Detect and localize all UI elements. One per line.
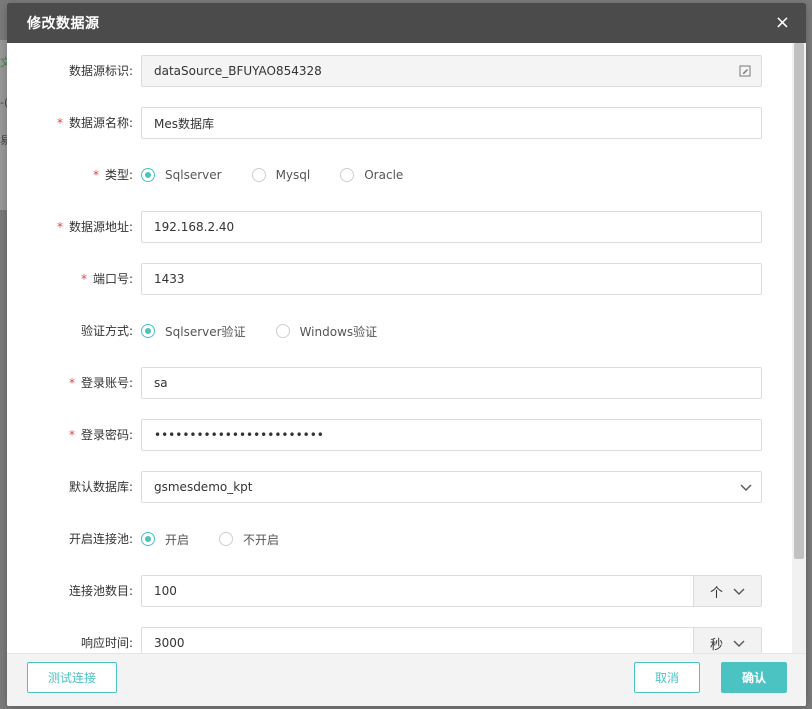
auth-radio-windows[interactable]: Windows验证	[275, 323, 378, 340]
login-account-label: * 登录账号:	[68, 376, 133, 390]
radio-label: Sqlserver验证	[165, 324, 246, 339]
form-row-datasource-id: 数据源标识: dataSource_BFUYAO854328	[7, 55, 797, 87]
auth-label: 验证方式:	[80, 324, 133, 338]
radio-label: Sqlserver	[165, 168, 222, 182]
response-time-unit-select[interactable]: 秒	[693, 627, 762, 653]
form-row-pool-size: 连接池数目: 个	[7, 575, 797, 607]
datasource-name-input[interactable]	[141, 107, 762, 139]
form-row-port: * 端口号:	[7, 263, 797, 295]
type-radio-oracle[interactable]: Oracle	[340, 168, 403, 182]
radio-dot	[141, 324, 155, 338]
required-mark: *	[56, 220, 63, 234]
port-input[interactable]	[141, 263, 762, 295]
radio-dot	[251, 168, 266, 182]
form-row-type: * 类型: Sqlserver Mysql Oracle	[7, 159, 797, 191]
confirm-button[interactable]: 确认	[721, 662, 787, 693]
dialog-body: 数据源标识: dataSource_BFUYAO854328 *数据源名称: *…	[7, 43, 806, 653]
login-password-input[interactable]	[141, 419, 762, 451]
form-row-response-time: 响应时间: 秒	[7, 627, 797, 653]
pool-radio-group: 开启 不开启	[141, 523, 762, 555]
radio-dot	[340, 168, 355, 182]
datasource-id-label: 数据源标识:	[68, 64, 133, 78]
default-db-value: gsmesdemo_kpt	[154, 480, 253, 494]
close-icon[interactable]: ×	[775, 14, 790, 32]
login-account-input[interactable]	[141, 367, 762, 399]
scrollbar-thumb[interactable]	[794, 43, 804, 559]
required-mark: *	[68, 428, 75, 442]
chevron-down-icon	[733, 640, 745, 647]
radio-dot	[141, 168, 155, 182]
scrollbar[interactable]	[792, 43, 806, 653]
type-radio-sqlserver[interactable]: Sqlserver	[141, 168, 222, 182]
pool-radio-off[interactable]: 不开启	[219, 531, 279, 548]
cancel-button[interactable]: 取消	[634, 662, 700, 693]
radio-label: Mysql	[275, 168, 311, 182]
form-row-login-account: * 登录账号:	[7, 367, 797, 399]
default-db-select[interactable]: gsmesdemo_kpt	[141, 471, 762, 503]
required-mark: *	[80, 272, 87, 286]
auth-radio-group: Sqlserver验证 Windows验证	[141, 315, 762, 347]
radio-label: 不开启	[243, 532, 280, 547]
chevron-down-icon	[733, 588, 745, 595]
pool-label: 开启连接池:	[68, 532, 133, 546]
required-mark: *	[68, 376, 75, 390]
form-row-address: * 数据源地址:	[7, 211, 797, 243]
datasource-id-field: dataSource_BFUYAO854328	[141, 55, 762, 87]
port-label: * 端口号:	[80, 272, 133, 286]
datasource-id-value: dataSource_BFUYAO854328	[154, 64, 322, 78]
dialog-header: 修改数据源 ×	[7, 3, 806, 43]
radio-label: Oracle	[364, 168, 404, 182]
type-label: * 类型:	[92, 168, 133, 182]
pool-size-input[interactable]	[141, 575, 693, 607]
form-row-auth: 验证方式: Sqlserver验证 Windows验证	[7, 315, 797, 347]
address-label: * 数据源地址:	[56, 220, 133, 234]
response-time-input[interactable]	[141, 627, 693, 653]
radio-label: 开启	[165, 532, 190, 547]
pool-radio-on[interactable]: 开启	[141, 531, 189, 548]
datasource-name-label: * 数据源名称:	[56, 116, 133, 130]
required-mark: *	[92, 168, 99, 182]
type-radio-group: Sqlserver Mysql Oracle	[141, 159, 762, 191]
chevron-down-icon[interactable]	[740, 481, 752, 493]
unit-label: 秒	[709, 637, 723, 653]
edit-icon[interactable]	[739, 65, 751, 77]
form-row-default-db: 默认数据库: gsmesdemo_kpt	[7, 471, 797, 503]
default-db-label: 默认数据库:	[68, 480, 133, 494]
test-connection-button[interactable]: 测试连接	[27, 662, 117, 693]
required-mark: *	[56, 116, 63, 130]
unit-label: 个	[709, 585, 723, 601]
auth-radio-sqlserver[interactable]: Sqlserver验证	[141, 323, 246, 340]
type-radio-mysql[interactable]: Mysql	[251, 168, 311, 182]
pool-size-unit-select[interactable]: 个	[693, 575, 762, 607]
radio-dot	[141, 532, 155, 546]
form-row-pool: 开启连接池: 开启 不开启	[7, 523, 797, 555]
login-password-label: * 登录密码:	[68, 428, 133, 442]
edit-datasource-dialog: 修改数据源 × 数据源标识: dataSource_BFUYAO854328 *…	[7, 3, 806, 706]
radio-dot	[219, 532, 234, 546]
address-input[interactable]	[141, 211, 762, 243]
radio-label: Windows验证	[299, 324, 378, 339]
pool-size-label: 连接池数目:	[68, 584, 133, 598]
response-time-label: 响应时间:	[80, 636, 133, 650]
dialog-title: 修改数据源	[27, 16, 100, 32]
dialog-footer: 测试连接 取消 确认	[7, 653, 806, 706]
radio-dot	[275, 324, 290, 338]
form-row-login-password: * 登录密码:	[7, 419, 797, 451]
form-row-datasource-name: * 数据源名称:	[7, 107, 797, 139]
